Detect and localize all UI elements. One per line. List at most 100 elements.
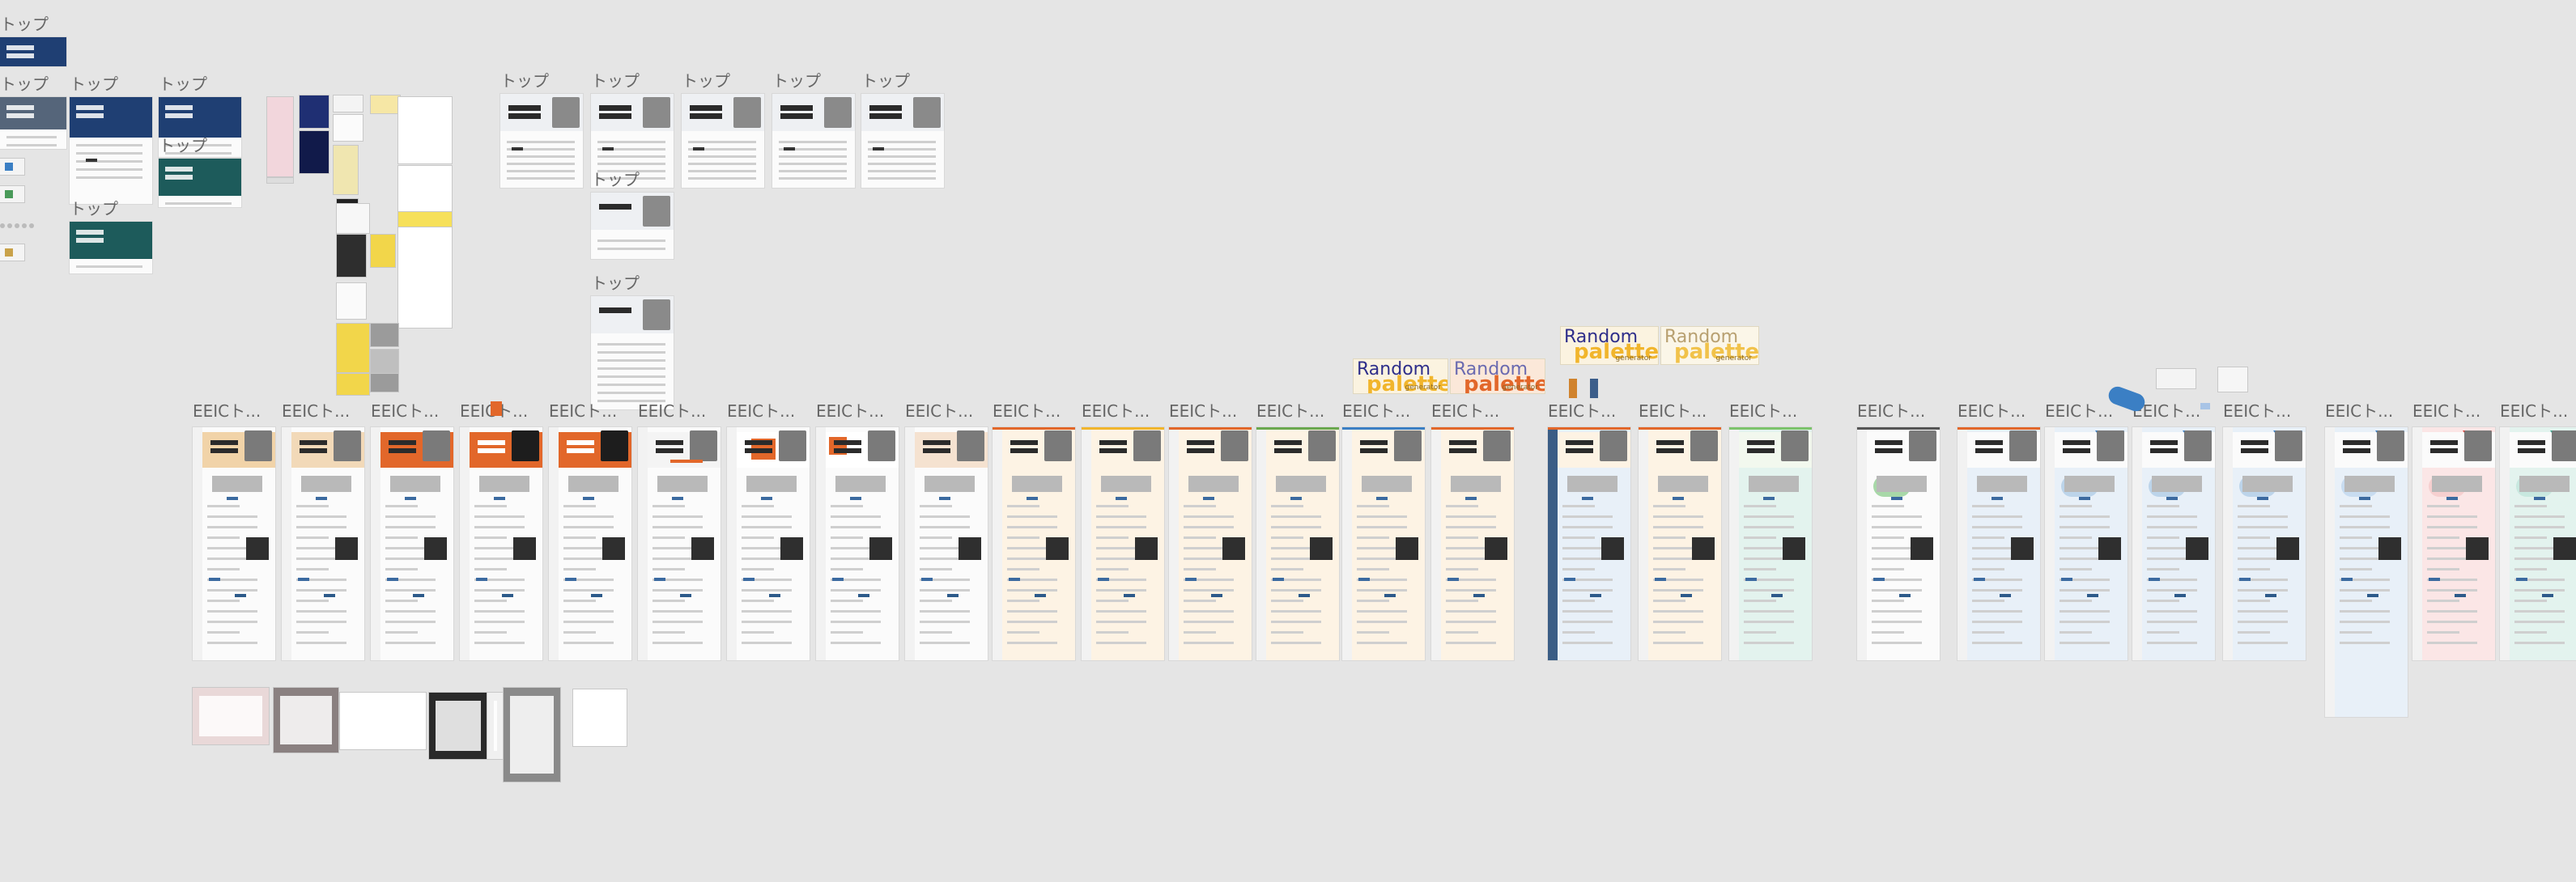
design-thumbnail[interactable] — [398, 212, 452, 227]
top-page-frame[interactable] — [159, 159, 241, 207]
note-thumbnail[interactable] — [2218, 367, 2247, 392]
eeic-page-frame[interactable] — [2412, 427, 2495, 660]
color-chip[interactable] — [1569, 379, 1577, 398]
design-thumbnail[interactable] — [274, 688, 338, 753]
eeic-page-frame[interactable] — [549, 427, 631, 660]
design-thumbnail[interactable] — [371, 324, 398, 346]
eeic-page-frame[interactable] — [993, 427, 1075, 660]
eeic-page-frame[interactable] — [816, 427, 899, 660]
design-thumbnail[interactable] — [398, 166, 452, 328]
frame-title-label[interactable]: EEICト... — [1857, 403, 1925, 419]
frame-title-label[interactable]: トップ — [682, 73, 730, 89]
design-thumbnail[interactable] — [371, 350, 398, 374]
eeic-page-frame[interactable] — [1958, 427, 2040, 660]
frame-title-label[interactable]: トップ — [0, 16, 49, 32]
design-thumbnail[interactable] — [337, 235, 366, 277]
frame-title-label[interactable]: トップ — [591, 275, 640, 291]
color-chip-card[interactable] — [0, 186, 24, 202]
design-thumbnail[interactable] — [337, 204, 369, 233]
design-thumbnail[interactable] — [371, 95, 400, 113]
top-page-frame[interactable] — [772, 94, 855, 188]
frame-title-label[interactable]: トップ — [159, 76, 207, 92]
eeic-page-frame[interactable] — [371, 427, 453, 660]
design-thumbnail[interactable] — [573, 689, 627, 746]
random-palette-card[interactable]: Random palette generator — [1451, 359, 1545, 393]
eeic-page-frame[interactable] — [2223, 427, 2306, 660]
random-palette-card[interactable]: Random palette generator — [1661, 327, 1758, 364]
color-chip-card[interactable] — [0, 244, 24, 261]
frame-title-label[interactable]: トップ — [0, 76, 49, 92]
frame-title-label[interactable]: トップ — [591, 172, 640, 188]
design-thumbnail[interactable] — [334, 146, 358, 194]
eeic-page-frame[interactable] — [638, 427, 721, 660]
eeic-page-frame[interactable] — [905, 427, 988, 660]
design-thumbnail[interactable] — [334, 95, 363, 112]
frame-title-label[interactable]: EEICト... — [1548, 403, 1616, 419]
frame-title-label[interactable]: トップ — [70, 76, 118, 92]
frame-title-label[interactable]: EEICト... — [1958, 403, 2026, 419]
frame-title-label[interactable]: EEICト... — [638, 403, 706, 419]
top-page-frame[interactable] — [591, 193, 674, 259]
frame-title-label[interactable]: EEICト... — [1169, 403, 1237, 419]
random-palette-card[interactable]: Random palette generator — [1561, 327, 1658, 364]
design-thumbnail[interactable] — [371, 235, 395, 267]
design-thumbnail[interactable] — [504, 688, 560, 782]
top-page-frame[interactable] — [70, 97, 152, 204]
color-chip[interactable] — [1590, 379, 1598, 398]
top-page-frame[interactable] — [0, 97, 66, 149]
eeic-page-frame[interactable] — [282, 427, 364, 660]
top-page-frame[interactable] — [70, 222, 152, 274]
frame-title-label[interactable]: EEICト... — [1082, 403, 1150, 419]
design-thumbnail[interactable] — [300, 131, 329, 173]
frame-title-label[interactable]: EEICト... — [371, 403, 439, 419]
design-thumbnail[interactable] — [337, 324, 369, 372]
frame-title-label[interactable]: EEICト... — [1256, 403, 1324, 419]
frame-title-label[interactable]: EEICト... — [549, 403, 617, 419]
frame-title-label[interactable]: EEICト... — [727, 403, 795, 419]
frame-title-label[interactable]: EEICト... — [193, 403, 261, 419]
design-thumbnail[interactable] — [300, 95, 329, 128]
design-thumbnail[interactable] — [337, 283, 366, 319]
random-palette-card[interactable]: Random palette generator — [1354, 359, 1447, 393]
frame-title-label[interactable]: EEICト... — [2325, 403, 2393, 419]
eeic-page-frame[interactable] — [1169, 427, 1252, 660]
eeic-page-frame[interactable] — [727, 427, 810, 660]
color-chip[interactable] — [2200, 403, 2210, 409]
frame-title-label[interactable]: トップ — [772, 73, 821, 89]
design-thumbnail[interactable] — [340, 693, 426, 749]
eeic-page-frame[interactable] — [2132, 427, 2215, 660]
design-thumbnail[interactable] — [371, 374, 398, 392]
frame-title-label[interactable]: EEICト... — [905, 403, 973, 419]
top-page-frame[interactable] — [861, 94, 944, 188]
design-thumbnail[interactable] — [193, 688, 269, 744]
design-thumbnail[interactable] — [267, 97, 293, 176]
frame-title-label[interactable]: EEICト... — [816, 403, 884, 419]
top-page-frame[interactable] — [591, 296, 674, 409]
frame-title-label[interactable]: トップ — [70, 201, 118, 217]
eeic-page-frame[interactable] — [2500, 427, 2576, 660]
frame-title-label[interactable]: EEICト... — [2045, 403, 2113, 419]
frame-title-label[interactable]: EEICト... — [1729, 403, 1797, 419]
frame-title-label[interactable]: EEICト... — [2500, 403, 2568, 419]
design-thumbnail[interactable] — [398, 97, 452, 163]
eeic-page-frame[interactable] — [2045, 427, 2128, 660]
frame-title-label[interactable]: トップ — [861, 73, 910, 89]
design-thumbnail[interactable] — [267, 178, 293, 183]
sticker-thumbnail[interactable] — [2157, 369, 2196, 388]
top-page-frame[interactable] — [682, 94, 764, 188]
top-page-frame[interactable] — [500, 94, 583, 188]
frame-title-label[interactable]: EEICト... — [2223, 403, 2291, 419]
eeic-page-frame[interactable] — [1548, 427, 1630, 660]
frame-title-label[interactable]: EEICト... — [1639, 403, 1707, 419]
eeic-page-frame[interactable] — [1729, 427, 1812, 660]
eeic-page-frame[interactable] — [1256, 427, 1339, 660]
design-thumbnail[interactable] — [334, 115, 363, 141]
color-chip-card[interactable] — [0, 159, 24, 175]
eeic-page-frame[interactable] — [460, 427, 542, 660]
frame-title-label[interactable]: EEICト... — [2412, 403, 2480, 419]
eeic-page-frame[interactable] — [1082, 427, 1164, 660]
design-thumbnail[interactable] — [487, 693, 504, 759]
frame-title-label[interactable]: EEICト... — [282, 403, 350, 419]
design-thumbnail[interactable] — [429, 693, 487, 759]
eeic-page-frame[interactable] — [1857, 427, 1940, 660]
